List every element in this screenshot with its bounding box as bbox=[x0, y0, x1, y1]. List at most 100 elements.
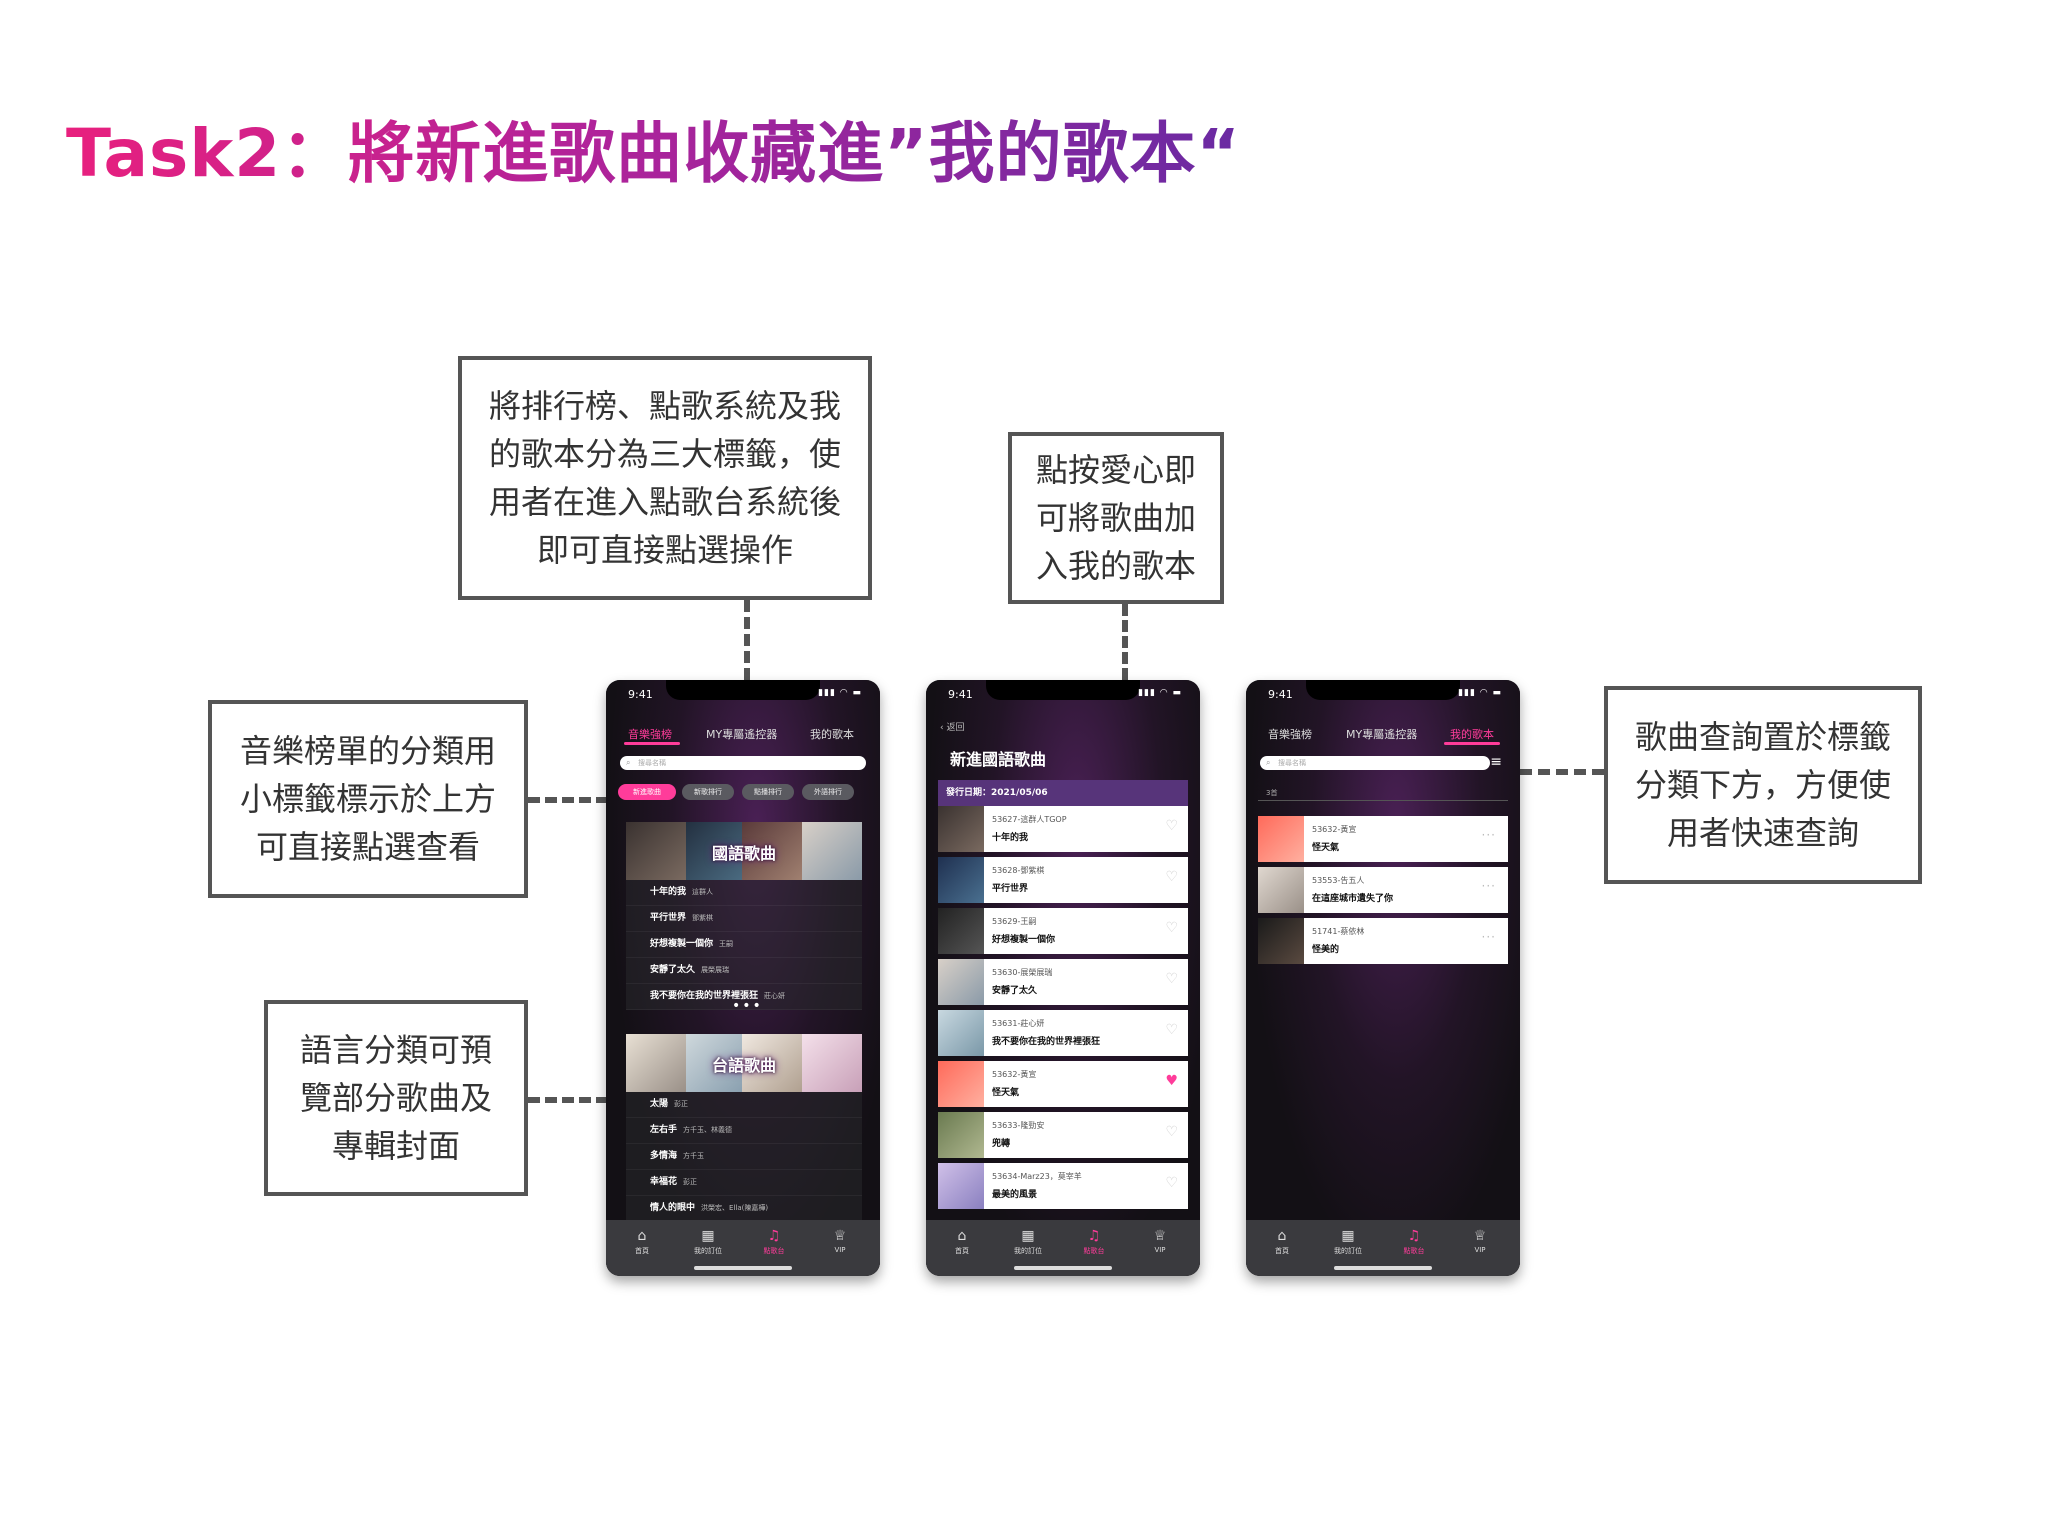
song-title: 十年的我 bbox=[992, 833, 1029, 843]
heart-icon[interactable]: ♡ bbox=[1165, 869, 1178, 885]
song-card[interactable]: 53629-王嗣 好想複製一個你 ♡ bbox=[938, 908, 1188, 954]
song-card[interactable]: 53632-黃宣 怪天氣 ♥ bbox=[938, 1061, 1188, 1107]
callout-line: 即可直接點選操作 bbox=[536, 531, 793, 569]
tabbar-home[interactable]: ⌂ 首頁 bbox=[622, 1228, 662, 1256]
song-card[interactable]: 53634-Marz23，莫宰羊 最美的風景 ♡ bbox=[938, 1163, 1188, 1209]
list-item[interactable]: 安靜了太久 展榮展瑞 bbox=[626, 958, 862, 984]
search-placeholder: 搜尋名稱 bbox=[638, 759, 666, 767]
status-bar: 9:41 ▮▮▮ ◠ ▬ bbox=[628, 688, 862, 702]
list-item[interactable]: 平行世界 鄧紫棋 bbox=[626, 906, 862, 932]
tabbar-booking[interactable]: ▦ 我的訂位 bbox=[1328, 1228, 1368, 1256]
song-title: 安靜了太久 bbox=[650, 965, 696, 975]
category-taiwanese[interactable]: 台語歌曲 太陽 彭正 左右手 方千玉、林義德 多情海 方千玉 幸福花 彭正 情人的眼中洪… bbox=[626, 1034, 862, 1222]
active-tab-indicator bbox=[624, 742, 680, 745]
song-artist: 彭正 bbox=[674, 1100, 689, 1108]
list-item[interactable]: 多情海 方千玉 bbox=[626, 1144, 862, 1170]
sort-icon[interactable]: ≡ bbox=[1490, 754, 1502, 770]
search-icon: ⌕ bbox=[1266, 758, 1271, 767]
tabbar-vip[interactable]: ♕ VIP bbox=[820, 1228, 860, 1254]
song-card[interactable]: 53553-告五人 在這座城市遺失了你 ··· bbox=[1258, 867, 1508, 913]
crown-icon: ♕ bbox=[1473, 1228, 1487, 1244]
callout-line: 分類下方，方便使 bbox=[1634, 766, 1891, 804]
song-title: 在這座城市遺失了你 bbox=[1312, 894, 1394, 904]
tab-music-charts[interactable]: 音樂強榜 bbox=[1268, 726, 1312, 742]
tabbar-karaoke[interactable]: ♫ 點歌台 bbox=[1074, 1228, 1114, 1256]
active-tab-indicator bbox=[1444, 742, 1500, 745]
tab-my-remote[interactable]: MY專屬遙控器 bbox=[706, 726, 777, 742]
chip-new-songs[interactable]: 新進歌曲 bbox=[618, 784, 676, 800]
callout-line: 用者在進入點歌台系統後 bbox=[488, 483, 841, 521]
tabbar-label: 點歌台 bbox=[1083, 1247, 1105, 1255]
search-input[interactable]: ⌕ 搜尋名稱 bbox=[620, 756, 866, 770]
more-options-icon[interactable]: ··· bbox=[1482, 828, 1496, 842]
album-art bbox=[938, 1112, 984, 1158]
tabbar-home[interactable]: ⌂ 首頁 bbox=[1262, 1228, 1302, 1256]
heart-filled-icon[interactable]: ♥ bbox=[1165, 1073, 1178, 1089]
album-art bbox=[938, 959, 984, 1005]
tab-my-songbook[interactable]: 我的歌本 bbox=[1450, 726, 1494, 742]
tabbar-home[interactable]: ⌂ 首頁 bbox=[942, 1228, 982, 1256]
chip-play-rank[interactable]: 點播排行 bbox=[742, 784, 794, 800]
list-item[interactable]: 情人的眼中 洪榮宏、Ella(陳嘉樺) bbox=[626, 1196, 862, 1222]
tabbar-karaoke[interactable]: ♫ 點歌台 bbox=[1394, 1228, 1434, 1256]
callout-chips: 音樂榜單的分類用 小標籤標示於上方 可直接點選查看 bbox=[208, 700, 528, 898]
status-time: 9:41 bbox=[1268, 688, 1293, 701]
category-mandarin[interactable]: 國語歌曲 十年的我 這群人 平行世界 鄧紫棋 好想複製一個你 王嗣 安靜了太久 展榮展瑞… bbox=[626, 822, 862, 1010]
song-artist: 方千玉、林義德 bbox=[683, 1126, 733, 1134]
album-covers: 台語歌曲 bbox=[626, 1034, 862, 1092]
heart-icon[interactable]: ♡ bbox=[1165, 1175, 1178, 1191]
song-card[interactable]: 53628-鄧紫棋 平行世界 ♡ bbox=[938, 857, 1188, 903]
album-art bbox=[938, 1010, 984, 1056]
heart-icon[interactable]: ♡ bbox=[1165, 971, 1178, 987]
callout-line: 入我的歌本 bbox=[1035, 547, 1196, 585]
back-button[interactable]: ‹ 返回 bbox=[940, 720, 964, 733]
song-card[interactable]: 53633-隆勁安 兜轉 ♡ bbox=[938, 1112, 1188, 1158]
list-item[interactable]: 幸福花 彭正 bbox=[626, 1170, 862, 1196]
connector-chips bbox=[528, 797, 608, 803]
tabbar-label: 我的訂位 bbox=[694, 1247, 722, 1255]
song-card[interactable]: 51741-蔡依林 怪美的 ··· bbox=[1258, 918, 1508, 964]
more-icon[interactable]: ••• bbox=[732, 998, 763, 1014]
heart-icon[interactable]: ♡ bbox=[1165, 1022, 1178, 1038]
connector-heart bbox=[1122, 604, 1128, 680]
heart-icon[interactable]: ♡ bbox=[1165, 818, 1178, 834]
tab-my-songbook[interactable]: 我的歌本 bbox=[810, 726, 854, 742]
tab-music-charts[interactable]: 音樂強榜 bbox=[628, 726, 672, 742]
tabbar-booking[interactable]: ▦ 我的訂位 bbox=[688, 1228, 728, 1256]
song-card[interactable]: 53630-展榮展瑞 安靜了太久 ♡ bbox=[938, 959, 1188, 1005]
song-card[interactable]: 53632-黃宣 怪天氣 ··· bbox=[1258, 816, 1508, 862]
list-item[interactable]: 左右手 方千玉、林義德 bbox=[626, 1118, 862, 1144]
chip-foreign-rank[interactable]: 外語排行 bbox=[802, 784, 854, 800]
chip-new-rank[interactable]: 新歌排行 bbox=[682, 784, 734, 800]
tabbar-vip[interactable]: ♕ VIP bbox=[1460, 1228, 1500, 1254]
home-indicator bbox=[1334, 1266, 1432, 1270]
song-card[interactable]: 53631-莊心妍 我不要你在我的世界裡張狂 ♡ bbox=[938, 1010, 1188, 1056]
heart-icon[interactable]: ♡ bbox=[1165, 1124, 1178, 1140]
more-options-icon[interactable]: ··· bbox=[1482, 879, 1496, 893]
divider bbox=[1258, 800, 1508, 801]
status-bar: 9:41 ▮▮▮ ◠ ▬ bbox=[948, 688, 1182, 702]
tabbar-vip[interactable]: ♕ VIP bbox=[1140, 1228, 1180, 1254]
list-item[interactable]: 十年的我 這群人 bbox=[626, 880, 862, 906]
song-code: 53632-黃宣 bbox=[1312, 825, 1357, 834]
album-art bbox=[1258, 918, 1304, 964]
home-icon: ⌂ bbox=[1277, 1228, 1287, 1244]
search-input[interactable]: ⌕ 搜尋名稱 bbox=[1260, 756, 1490, 770]
song-card[interactable]: 53627-這群人TGOP 十年的我 ♡ bbox=[938, 806, 1188, 852]
heart-icon[interactable]: ♡ bbox=[1165, 920, 1178, 936]
song-code: 53627-這群人TGOP bbox=[992, 815, 1067, 824]
song-code: 53628-鄧紫棋 bbox=[992, 866, 1045, 875]
tabbar-booking[interactable]: ▦ 我的訂位 bbox=[1008, 1228, 1048, 1256]
list-item[interactable]: 太陽 彭正 bbox=[626, 1092, 862, 1118]
album-covers: 國語歌曲 bbox=[626, 822, 862, 880]
phone-music-charts: 9:41 ▮▮▮ ◠ ▬ 音樂強榜 MY專屬遙控器 我的歌本 ⌕ 搜尋名稱 新進… bbox=[606, 680, 880, 1276]
list-item[interactable]: 好想複製一個你 王嗣 bbox=[626, 932, 862, 958]
top-tabs: 音樂強榜 MY專屬遙控器 我的歌本 bbox=[606, 726, 880, 746]
tabbar-karaoke[interactable]: ♫ 點歌台 bbox=[754, 1228, 794, 1256]
search-icon: ⌕ bbox=[626, 758, 631, 767]
more-options-icon[interactable]: ··· bbox=[1482, 930, 1496, 944]
page-title: Task2：將新進歌曲收藏進”我的歌本“ bbox=[66, 100, 1241, 196]
song-code: 53632-黃宣 bbox=[992, 1070, 1037, 1079]
song-title: 平行世界 bbox=[992, 884, 1029, 894]
tab-my-remote[interactable]: MY專屬遙控器 bbox=[1346, 726, 1417, 742]
